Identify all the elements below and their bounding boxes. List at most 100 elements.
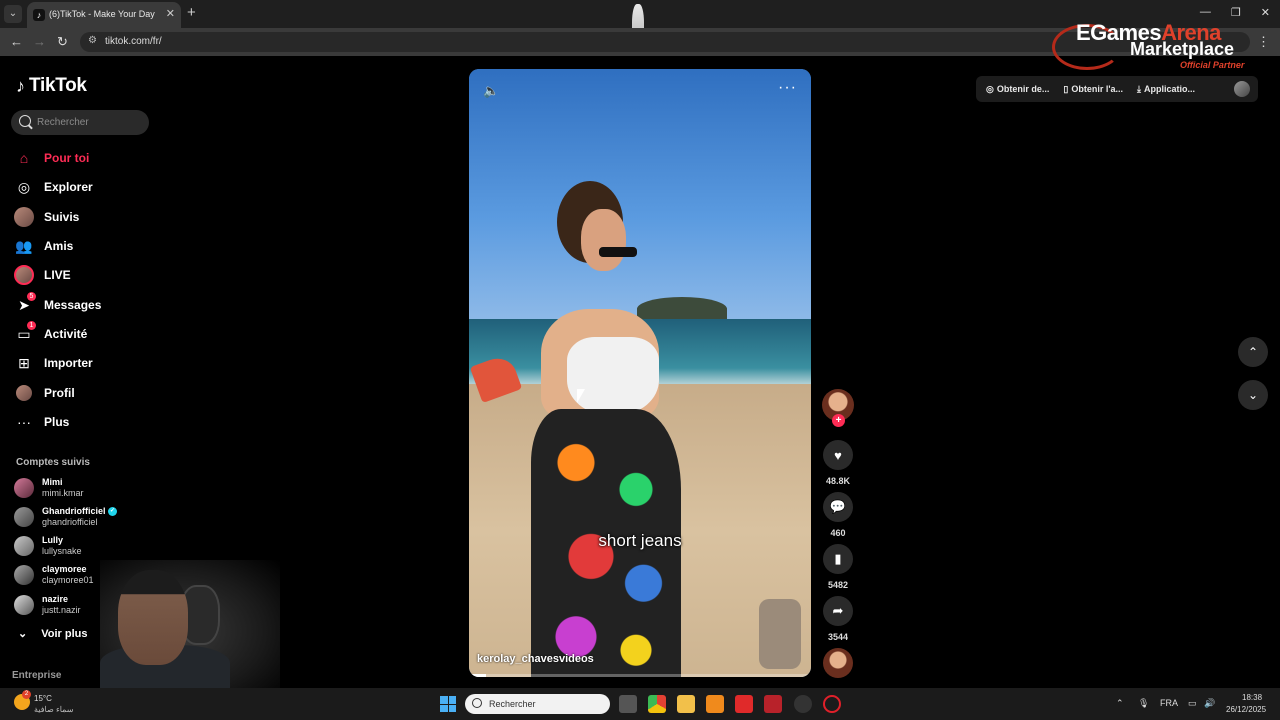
sidebar-item-profil[interactable]: Profil xyxy=(14,381,75,405)
live-avatar-icon xyxy=(14,265,34,285)
clock-time[interactable]: 18:38 xyxy=(1242,693,1262,702)
volume-icon[interactable]: 🔈 xyxy=(483,83,499,99)
header-actions: ◎ Obtenir de... ▯ Obtenir l'a... ⤓ Applicat… xyxy=(976,76,1258,102)
video-player[interactable]: 🔈 ··· short jeans kerolay_chavesvideos xyxy=(469,69,811,677)
following-handle: mimi.kmar xyxy=(42,488,84,498)
volume-icon[interactable]: 🔊 xyxy=(1204,698,1215,709)
sidebar-item-amis[interactable]: 👥 Amis xyxy=(14,234,73,258)
sidebar-item-activite[interactable]: ▭ 1 Activité xyxy=(14,321,87,346)
close-window-button[interactable]: ✕ xyxy=(1261,6,1270,19)
video-author[interactable]: kerolay_chavesvideos xyxy=(477,653,594,665)
maximize-button[interactable]: ❐ xyxy=(1231,6,1241,19)
sidebar-item-plus[interactable]: ··· Plus xyxy=(14,410,69,434)
minimize-button[interactable]: — xyxy=(1200,6,1211,19)
sidebar-item-messages[interactable]: ➤ 5 Messages xyxy=(14,292,101,317)
app-icon-c[interactable] xyxy=(764,695,782,713)
more-icon: ··· xyxy=(17,414,31,430)
footer-link-entreprise[interactable]: Entreprise xyxy=(12,670,61,681)
forward-arrow-icon[interactable]: → xyxy=(33,34,46,49)
windows-taskbar: 2 15°C سماء صافية Rechercher ⌃ 🎙 FRA ▭ 🔊… xyxy=(0,688,1280,720)
share-button[interactable]: ➦ xyxy=(823,596,853,626)
app-icon-b[interactable] xyxy=(735,695,753,713)
video-progress-bar[interactable] xyxy=(469,674,811,677)
following-item[interactable]: Ghandriofficiel ✓ ghandriofficiel xyxy=(14,505,118,529)
streamer-head xyxy=(118,570,188,665)
sidebar-item-explorer[interactable]: ◎ Explorer xyxy=(14,175,93,199)
reload-icon[interactable]: ↻ xyxy=(57,34,68,50)
activity-badge: 1 xyxy=(27,321,36,330)
header-link-download[interactable]: ⤓ Applicatio... xyxy=(1137,84,1195,95)
watermark-marketplace: Marketplace xyxy=(1130,39,1235,59)
new-tab-button[interactable]: + xyxy=(187,4,196,21)
sidebar-item-importer[interactable]: ⊞ Importer xyxy=(14,351,93,375)
microphone-icon[interactable]: 🎙 xyxy=(1138,698,1149,709)
following-item[interactable]: Mimi mimi.kmar xyxy=(14,476,84,500)
save-button[interactable]: ▮ xyxy=(823,544,853,574)
logo-text: TikTok xyxy=(29,75,87,96)
following-section-title: Comptes suivis xyxy=(16,457,90,468)
avatar xyxy=(14,507,34,527)
download-icon: ⤓ xyxy=(1136,83,1141,94)
following-name: Ghandriofficiel xyxy=(42,506,106,516)
video-person-face xyxy=(581,209,626,271)
egames-arena-watermark: EGamesArena Marketplace Official Partner xyxy=(1052,20,1256,72)
tab-close-icon[interactable]: ✕ xyxy=(166,7,175,20)
language-indicator[interactable]: FRA xyxy=(1160,698,1178,708)
plus-square-icon: ⊞ xyxy=(18,354,30,371)
sidebar-item-pour-toi[interactable]: ⌂ Pour toi xyxy=(14,146,90,170)
follow-plus-icon[interactable]: + xyxy=(832,414,845,427)
streamer-webcam-overlay xyxy=(100,560,280,690)
video-island xyxy=(637,297,727,321)
header-link-app[interactable]: ▯ Obtenir l'a... xyxy=(1063,84,1123,95)
like-count: 48.8K xyxy=(825,476,851,486)
sidebar-item-suivis[interactable]: Suivis xyxy=(14,205,79,229)
more-options-icon[interactable]: ··· xyxy=(778,79,797,97)
heart-icon: ♥ xyxy=(834,447,842,463)
avatar xyxy=(14,565,34,585)
following-name: Lully xyxy=(42,535,64,545)
browser-menu-icon[interactable]: ⋮ xyxy=(1257,34,1270,50)
video-person-top xyxy=(567,337,659,415)
app-icon-d[interactable] xyxy=(794,695,812,713)
sidebar-item-label: Plus xyxy=(44,415,70,429)
tiktok-note-icon: ♪ xyxy=(16,75,25,96)
user-avatar[interactable] xyxy=(1234,81,1250,97)
following-name: Mimi xyxy=(42,477,63,487)
browser-tab[interactable]: ♪ (6)TikTok - Make Your Day ✕ xyxy=(27,2,181,28)
inbox-icon: ▭ 1 xyxy=(14,321,36,344)
previous-video-button[interactable]: ⌃ xyxy=(1238,337,1268,367)
video-caption: short jeans xyxy=(598,531,682,550)
send-icon: ➤ 5 xyxy=(14,292,36,315)
next-video-button[interactable]: ⌄ xyxy=(1238,380,1268,410)
tab-search-button[interactable]: ⌄ xyxy=(4,5,22,23)
clock-date[interactable]: 26/12/2025 xyxy=(1226,705,1266,714)
opera-icon[interactable] xyxy=(823,695,841,713)
chrome-icon[interactable] xyxy=(648,695,666,713)
search-placeholder: Rechercher xyxy=(37,117,89,128)
header-link-coins[interactable]: ◎ Obtenir de... xyxy=(986,84,1049,95)
chevron-down-icon: ⌄ xyxy=(1247,388,1259,402)
tray-chevron-up-icon[interactable]: ⌃ xyxy=(1116,698,1124,709)
task-view-icon[interactable] xyxy=(619,695,637,713)
like-button[interactable]: ♥ xyxy=(823,440,853,470)
friends-icon: 👥 xyxy=(15,237,33,254)
network-icon[interactable]: ▭ xyxy=(1188,698,1197,709)
taskbar-search-placeholder: Rechercher xyxy=(489,699,536,709)
following-item[interactable]: Lully lullysnake xyxy=(14,534,82,558)
app-icon-a[interactable] xyxy=(706,695,724,713)
home-icon: ⌂ xyxy=(19,150,29,166)
see-more-button[interactable]: ⌄ Voir plus xyxy=(18,627,87,641)
sidebar-item-live[interactable]: LIVE xyxy=(14,263,71,287)
file-explorer-icon[interactable] xyxy=(677,695,695,713)
video-sky xyxy=(469,69,811,319)
taskbar-search-input[interactable]: Rechercher xyxy=(465,694,610,714)
tiktok-logo[interactable]: ♪ TikTok xyxy=(16,75,87,97)
site-info-icon[interactable]: ⚙ xyxy=(88,35,97,46)
sound-disc-avatar[interactable] xyxy=(823,648,853,678)
search-input[interactable]: Rechercher xyxy=(11,110,149,135)
comment-button[interactable]: 💬 xyxy=(823,492,853,522)
following-item[interactable]: claymoree claymoree01 xyxy=(14,563,94,587)
back-arrow-icon[interactable]: ← xyxy=(10,34,23,49)
following-item[interactable]: nazire justt.nazir xyxy=(14,593,81,617)
windows-start-icon[interactable] xyxy=(440,696,456,712)
